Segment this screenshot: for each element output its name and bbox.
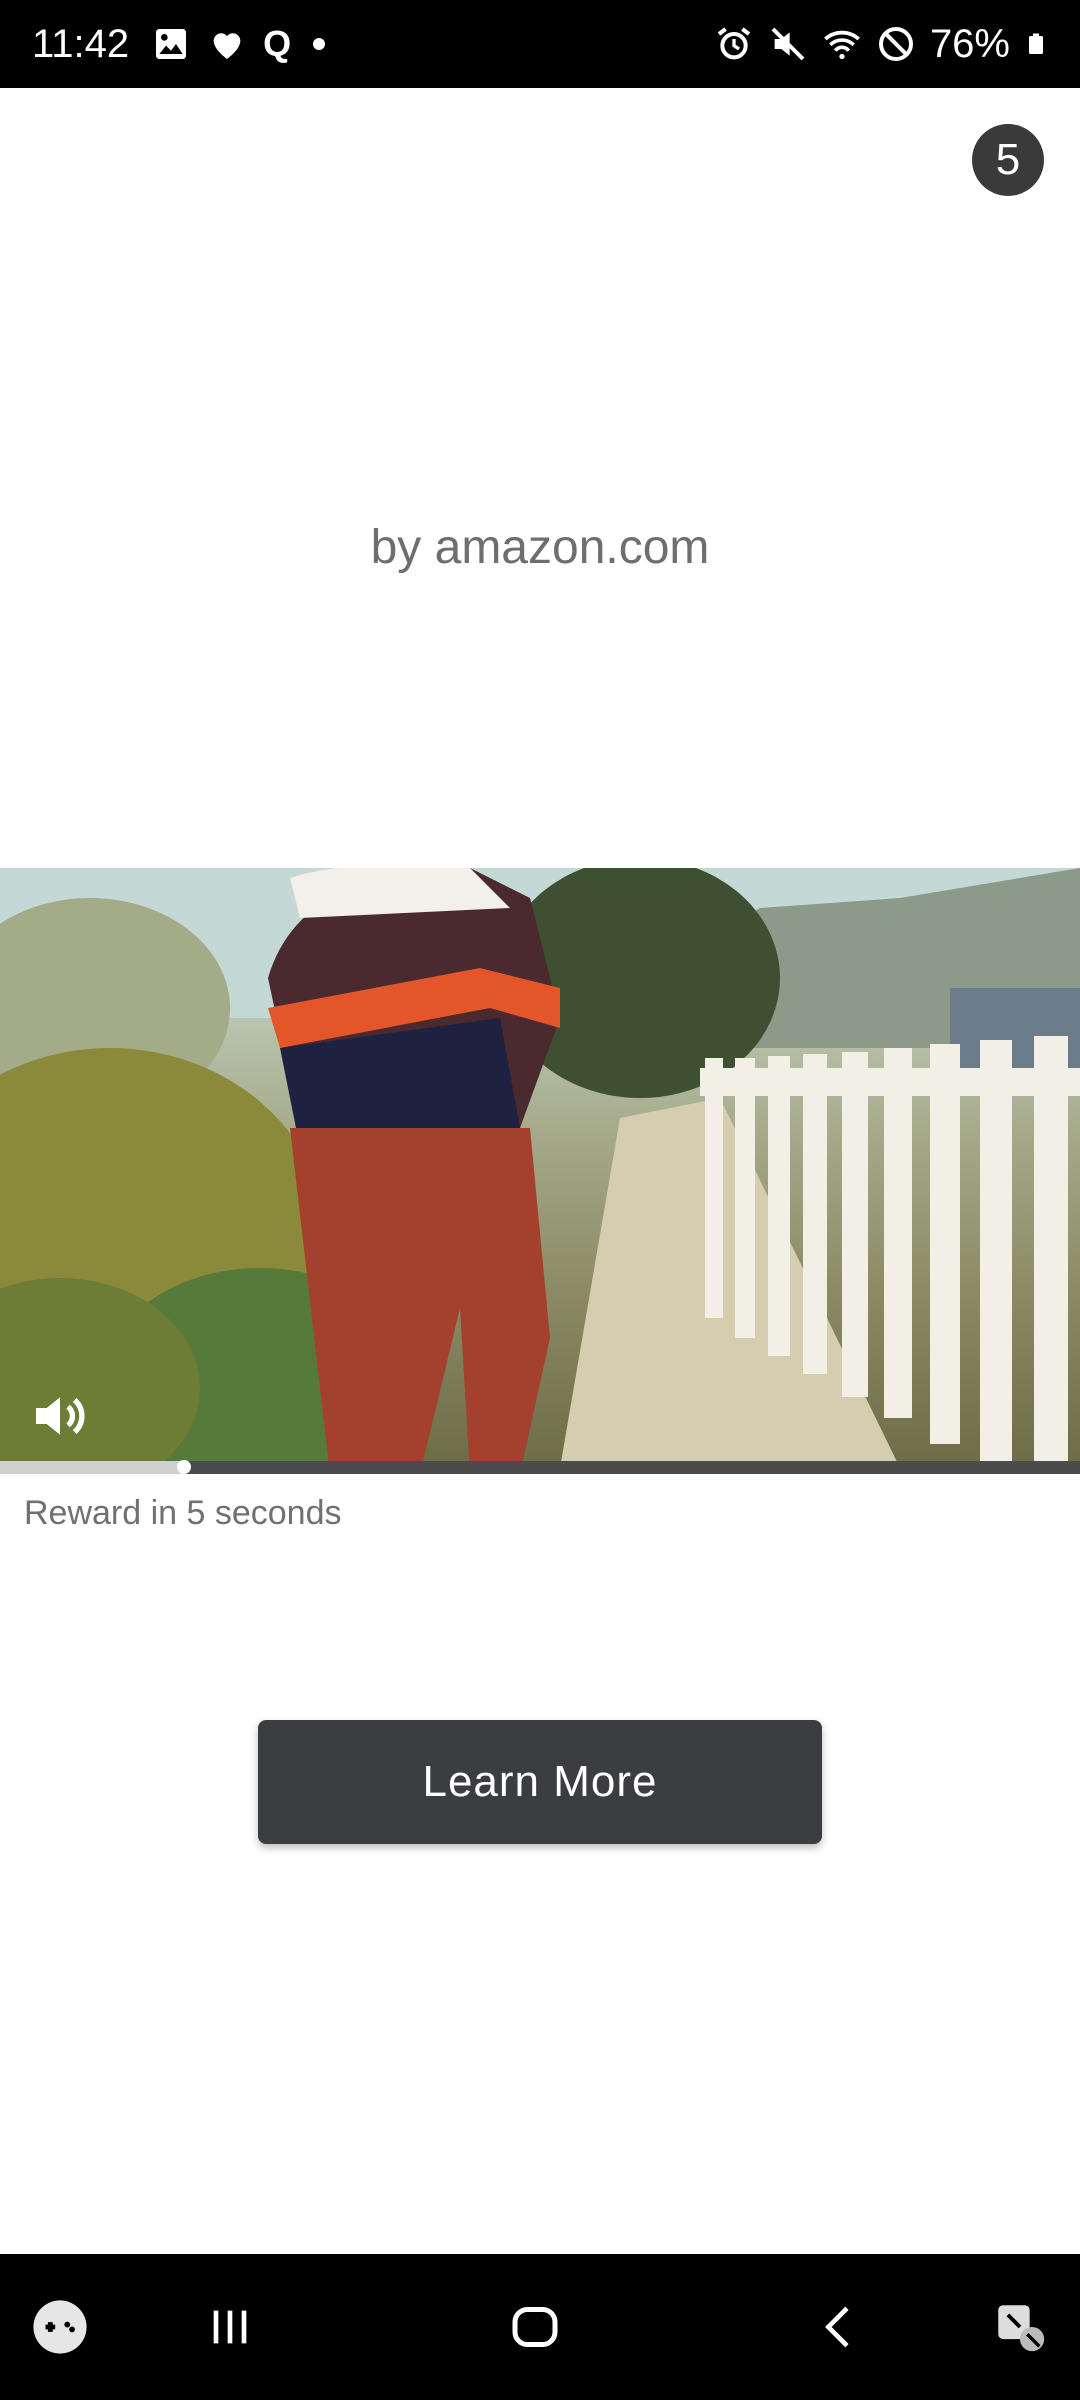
heart-icon [213,33,241,59]
recent-apps-icon[interactable] [190,2254,270,2400]
ad-video[interactable] [0,868,1080,1474]
back-icon[interactable] [800,2254,880,2400]
do-not-disturb-icon [878,27,913,61]
image-icon [156,29,187,59]
q-icon: Q [263,23,292,64]
mute-icon [771,27,805,61]
video-scene [0,868,1080,1474]
countdown-badge: 5 [972,124,1044,196]
video-progress-scrubber [176,1460,191,1474]
learn-more-button[interactable]: Learn More [258,1720,822,1844]
alarm-icon [717,27,751,60]
dot-icon [313,38,326,50]
status-bar: 11:42 Q 76% [0,0,1080,88]
status-time: 11:42 [32,21,130,66]
video-frame [0,868,1080,1474]
assistant-icon[interactable] [980,2254,1060,2400]
volume-icon[interactable] [28,1384,92,1448]
advertiser-label: by amazon.com [370,521,710,574]
game-launcher-icon[interactable] [20,2254,100,2400]
status-notification-icons: Q [151,23,326,64]
reward-countdown-text: Reward in 5 seconds [24,1494,342,1532]
video-progress-bar [0,1461,1080,1474]
status-system-icons: 76% [714,22,1048,67]
wifi-icon [824,30,860,60]
battery-percent: 76% [929,21,1010,66]
video-progress-fill [0,1461,184,1474]
home-icon[interactable] [495,2254,575,2400]
battery-icon [1029,33,1043,54]
navigation-bar [0,2254,1080,2400]
